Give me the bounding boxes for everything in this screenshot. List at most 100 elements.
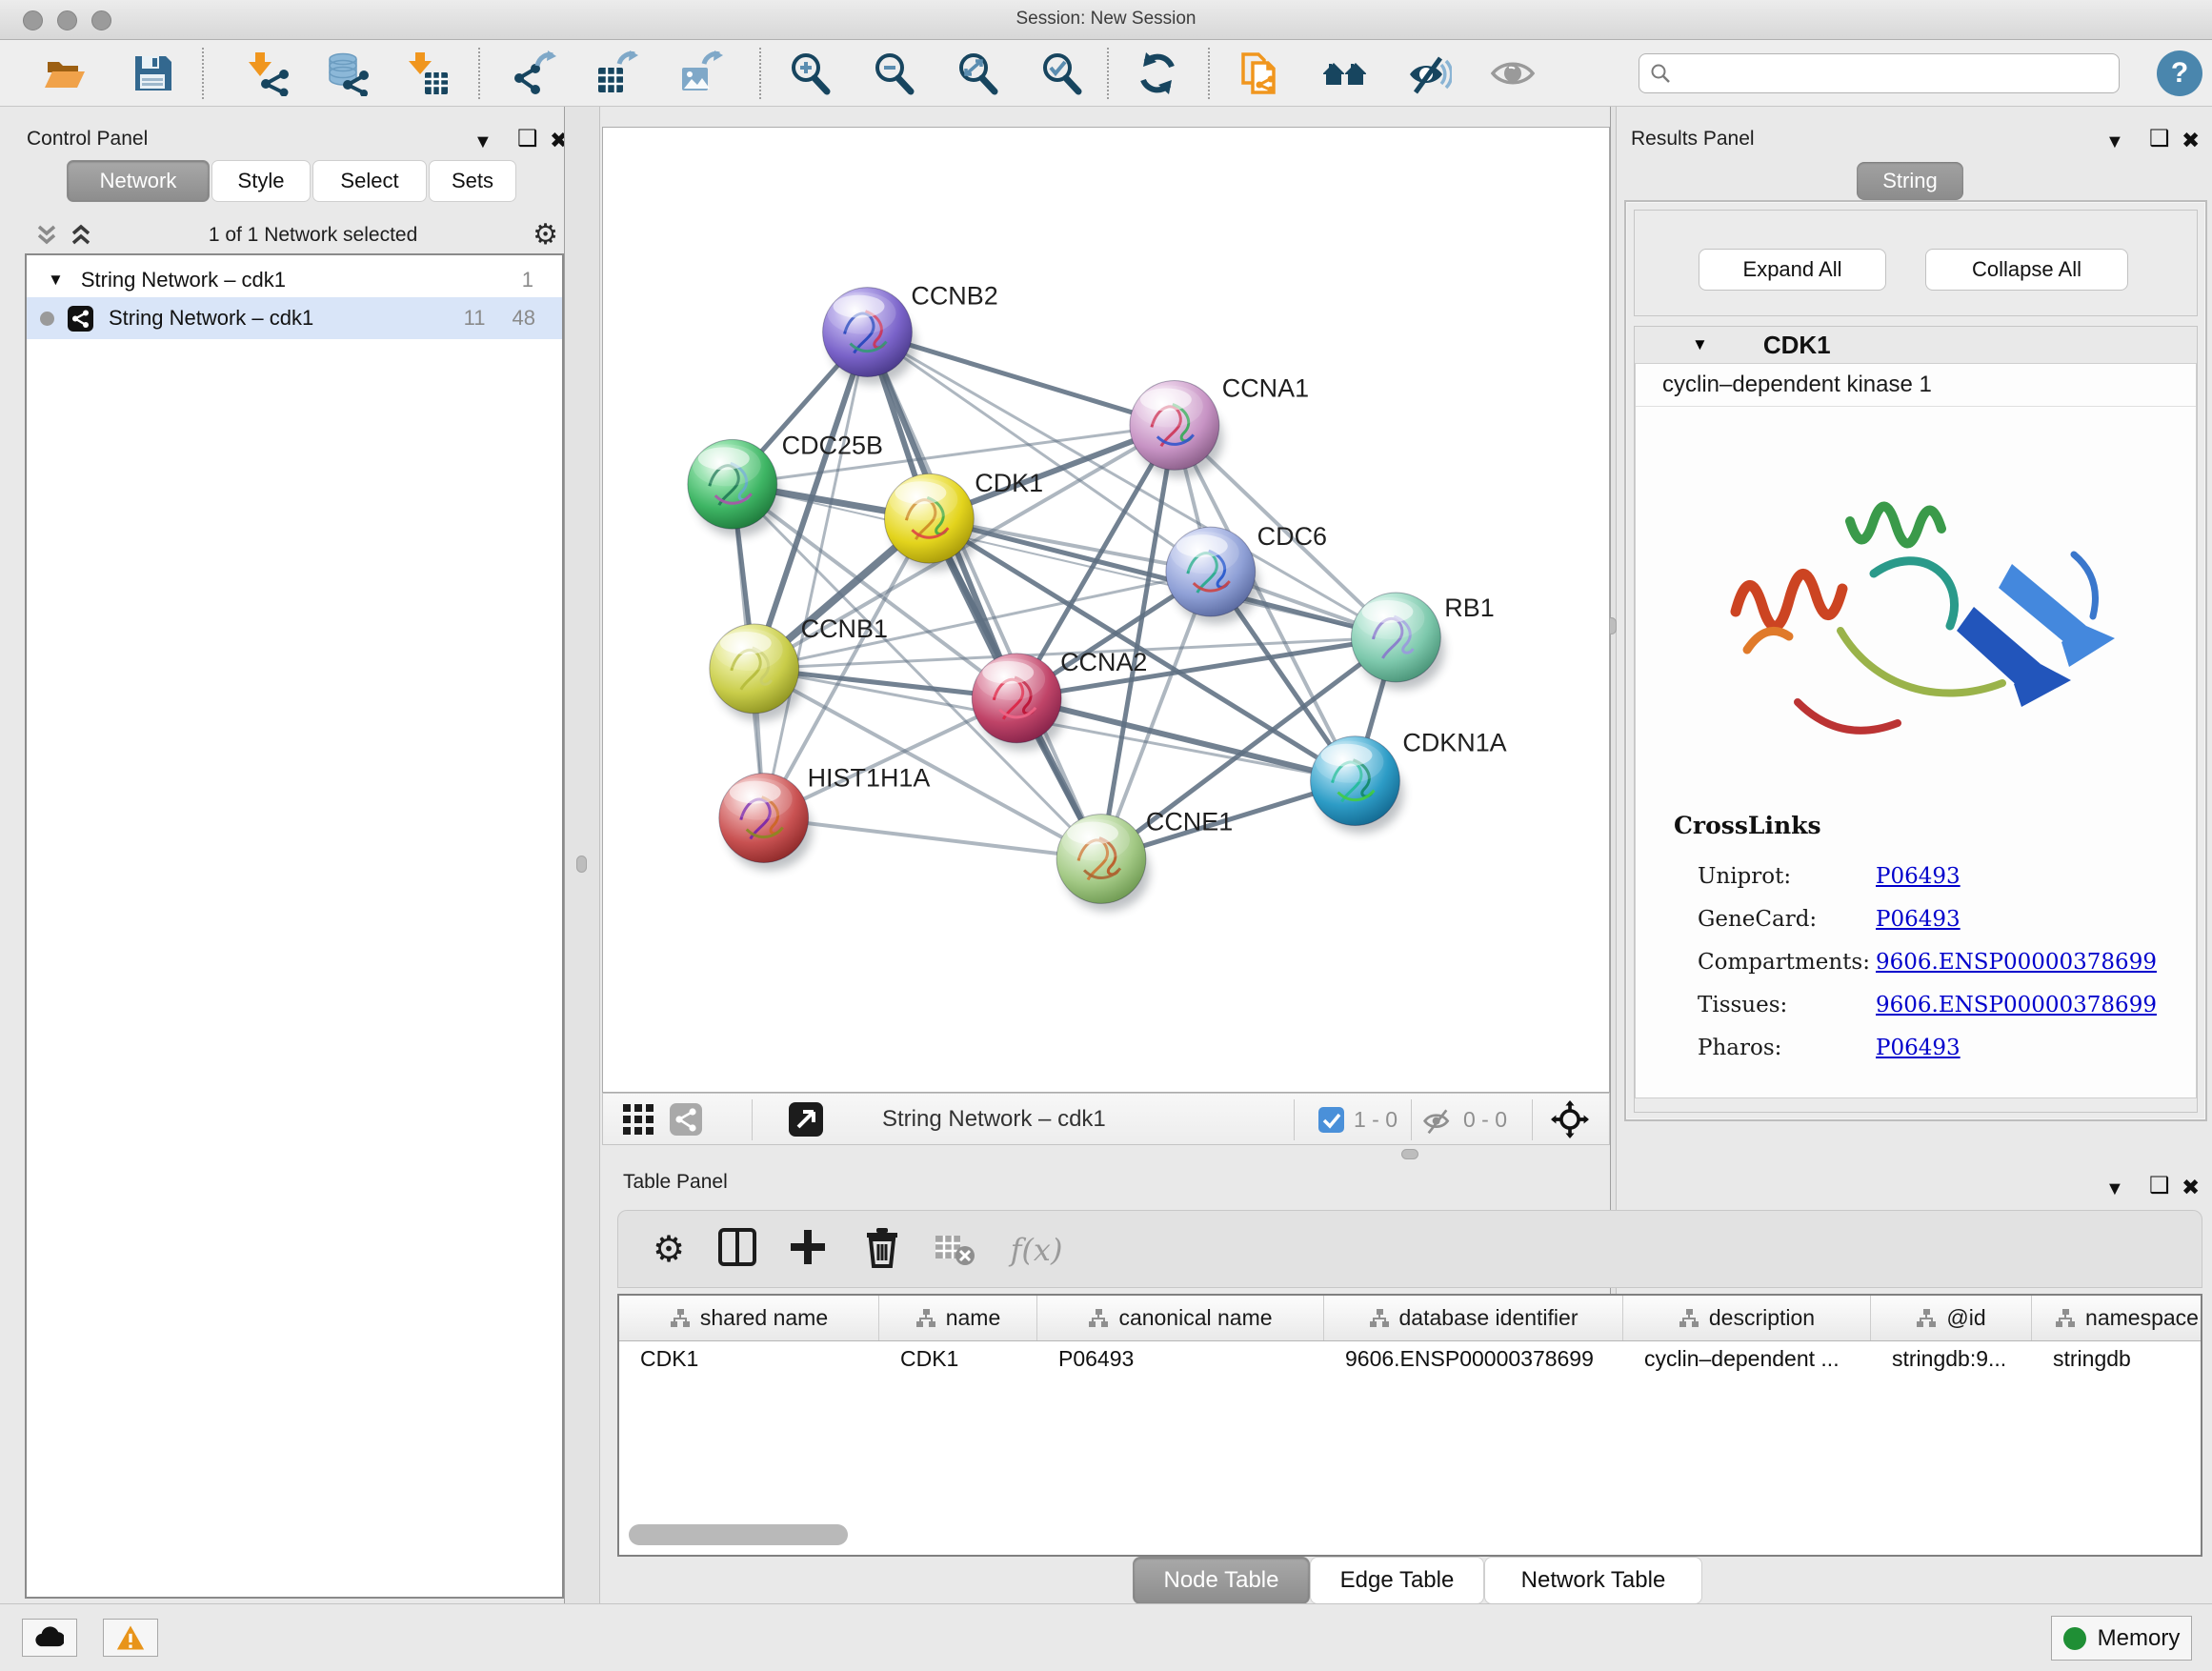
expand-all-icon[interactable]	[69, 224, 93, 247]
results-panel-close-icon[interactable]: ✖	[2182, 131, 2200, 150]
grid-view-icon[interactable]	[622, 1103, 654, 1136]
column-header-namespace[interactable]: namespace	[2032, 1296, 2202, 1340]
table-cell[interactable]: stringdb	[2032, 1346, 2202, 1372]
table-panel-close-icon[interactable]: ✖	[2182, 1178, 2200, 1197]
protein-structure-image	[1707, 431, 2126, 793]
selected-checkbox-icon[interactable]	[1318, 1107, 1344, 1133]
hidden-eye-icon[interactable]	[1422, 1105, 1453, 1136]
network-edge[interactable]	[764, 818, 1101, 859]
gene-section-header[interactable]: ▼ CDK1	[1635, 327, 2197, 363]
cloud-status-button[interactable]	[22, 1619, 77, 1657]
tab-node-table[interactable]: Node Table	[1133, 1557, 1310, 1604]
current-network-dot-icon	[40, 312, 54, 326]
collapse-all-icon[interactable]	[34, 224, 59, 247]
refresh-icon[interactable]	[1135, 50, 1180, 96]
network-options-gear-icon[interactable]: ⚙	[533, 221, 558, 250]
status-bar: Memory	[0, 1603, 2212, 1671]
column-type-icon	[2055, 1308, 2076, 1329]
collection-label: String Network – cdk1	[81, 268, 286, 292]
search-field[interactable]	[1639, 53, 2120, 93]
network-collection-row[interactable]: ▼ String Network – cdk1 1	[27, 263, 562, 297]
bottom-splitter-handle[interactable]	[1401, 1149, 1418, 1159]
network-selection-status: 1 of 1 Network selected	[93, 224, 533, 247]
network-node-label: CCNA1	[1222, 373, 1309, 402]
show-all-networks-icon[interactable]	[1322, 50, 1368, 96]
table-options-gear-icon[interactable]: ⚙	[645, 1226, 693, 1274]
warning-status-button[interactable]	[103, 1619, 158, 1657]
control-panel-title: Control Panel	[27, 128, 148, 151]
control-panel-float-icon[interactable]: ❑	[517, 130, 538, 149]
table-cell[interactable]: stringdb:9...	[1871, 1346, 2032, 1372]
zoom-in-icon[interactable]	[787, 50, 833, 96]
tab-select[interactable]: Select	[312, 160, 427, 202]
tab-network-table[interactable]: Network Table	[1484, 1557, 1702, 1604]
zoom-out-icon[interactable]	[871, 50, 916, 96]
control-panel-collapse-icon[interactable]: ▼	[473, 132, 493, 151]
table-cell[interactable]: CDK1	[619, 1346, 879, 1372]
tab-string[interactable]: String	[1857, 162, 1963, 200]
delete-table-icon[interactable]	[931, 1226, 978, 1274]
horizontal-scrollbar[interactable]	[629, 1524, 848, 1545]
crosslink-link[interactable]: P06493	[1876, 907, 1961, 932]
crosslink-row: Uniprot:P06493	[1698, 855, 2177, 897]
import-network-file-icon[interactable]	[244, 50, 290, 96]
import-network-database-icon[interactable]	[324, 50, 370, 96]
table-panel-float-icon[interactable]: ❑	[2149, 1177, 2170, 1196]
fit-content-crosshair-icon[interactable]	[1551, 1100, 1589, 1138]
network-row-selected[interactable]: String Network – cdk1 11 48	[27, 297, 562, 339]
help-button[interactable]: ?	[2157, 50, 2202, 96]
search-input[interactable]	[1679, 63, 2109, 85]
save-session-icon[interactable]	[130, 50, 175, 96]
export-image-icon[interactable]	[678, 50, 724, 96]
results-button-row: Expand All Collapse All	[1634, 210, 2198, 316]
export-table-icon[interactable]	[594, 50, 640, 96]
collection-caret-icon[interactable]: ▼	[48, 271, 64, 290]
tab-network[interactable]: Network	[67, 160, 210, 202]
delete-column-trash-icon[interactable]	[858, 1226, 906, 1274]
collapse-all-button[interactable]: Collapse All	[1925, 249, 2128, 291]
export-network-icon[interactable]	[511, 50, 556, 96]
table-cell[interactable]: P06493	[1037, 1346, 1324, 1372]
column-header-canonical-name[interactable]: canonical name	[1037, 1296, 1324, 1340]
expand-all-button[interactable]: Expand All	[1699, 249, 1886, 291]
add-column-icon[interactable]	[784, 1226, 832, 1274]
show-columns-icon[interactable]	[714, 1226, 761, 1274]
network-view-title: String Network – cdk1	[882, 1106, 1106, 1133]
column-type-icon	[1088, 1308, 1109, 1329]
open-file-icon[interactable]	[42, 50, 88, 96]
column-header-description[interactable]: description	[1623, 1296, 1871, 1340]
crosslink-link[interactable]: P06493	[1876, 1036, 1961, 1060]
crosslink-row: Compartments:9606.ENSP00000378699	[1698, 940, 2177, 983]
hide-selected-icon[interactable]	[1406, 50, 1452, 96]
results-panel-float-icon[interactable]: ❑	[2149, 130, 2170, 149]
column-header--id[interactable]: @id	[1871, 1296, 2032, 1340]
column-header-shared-name[interactable]: shared name	[619, 1296, 879, 1340]
column-header-database-identifier[interactable]: database identifier	[1324, 1296, 1623, 1340]
table-cell[interactable]: CDK1	[879, 1346, 1037, 1372]
function-builder-icon[interactable]: f(x)	[1003, 1226, 1070, 1274]
results-panel-collapse-icon[interactable]: ▼	[2105, 132, 2124, 151]
tab-style[interactable]: Style	[211, 160, 311, 202]
table-cell[interactable]: cyclin–dependent ...	[1623, 1346, 1871, 1372]
network-canvas[interactable]: CCNB2CCNA1CDC25BCDK1CDC6RB1CCNB1CCNA2CDK…	[602, 127, 1610, 1093]
zoom-fit-icon[interactable]	[955, 50, 1000, 96]
gene-caret-icon[interactable]: ▼	[1692, 335, 1708, 354]
left-splitter-handle[interactable]	[576, 856, 587, 873]
tab-edge-table[interactable]: Edge Table	[1310, 1557, 1484, 1604]
crosslink-link[interactable]: 9606.ENSP00000378699	[1876, 950, 2157, 975]
show-hidden-icon[interactable]	[1490, 50, 1536, 96]
column-header-name[interactable]: name	[879, 1296, 1037, 1340]
network-node-label: RB1	[1444, 594, 1494, 622]
table-row[interactable]: CDK1CDK1P064939606.ENSP00000378699cyclin…	[619, 1341, 2201, 1376]
table-panel-collapse-icon[interactable]: ▼	[2105, 1179, 2124, 1198]
crosslink-link[interactable]: P06493	[1876, 864, 1961, 889]
network-share-icon[interactable]	[670, 1103, 702, 1136]
table-cell[interactable]: 9606.ENSP00000378699	[1324, 1346, 1623, 1372]
network-from-document-icon[interactable]	[1239, 50, 1285, 96]
zoom-selected-icon[interactable]	[1038, 50, 1084, 96]
import-table-file-icon[interactable]	[404, 50, 450, 96]
tab-sets[interactable]: Sets	[429, 160, 516, 202]
birds-eye-view-icon[interactable]	[789, 1102, 823, 1137]
memory-button[interactable]: Memory	[2051, 1616, 2192, 1661]
crosslink-link[interactable]: 9606.ENSP00000378699	[1876, 993, 2157, 1017]
